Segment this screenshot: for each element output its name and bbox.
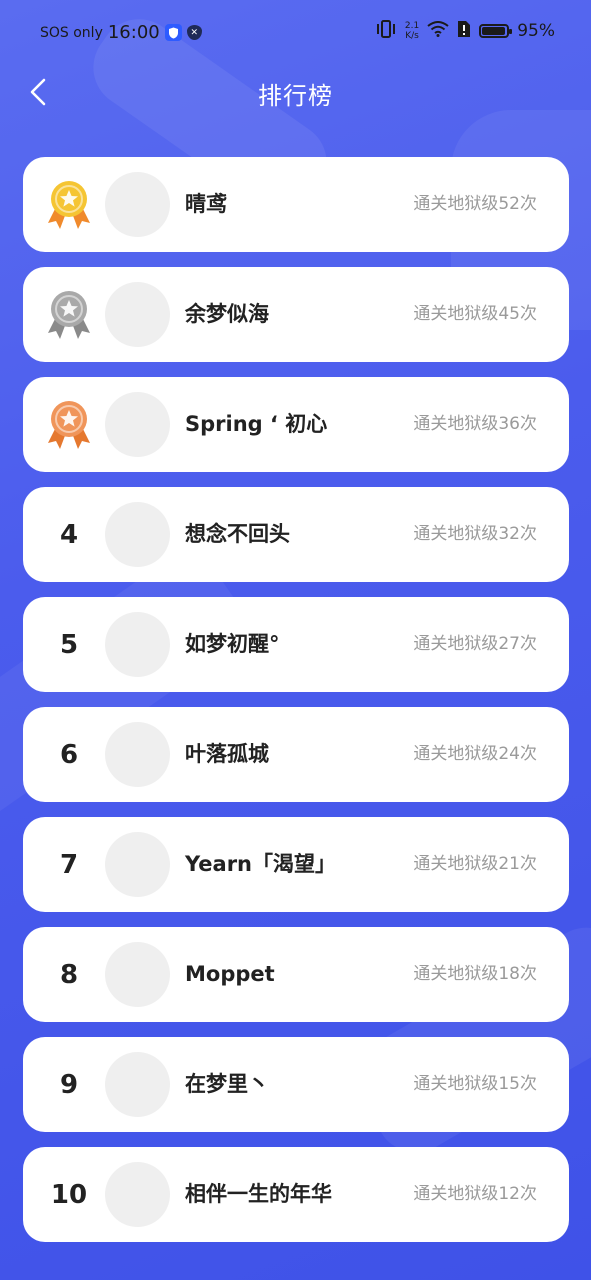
player-score: 通关地狱级18次 (413, 964, 537, 984)
leaderboard-row[interactable]: Spring ‘ 初心 通关地狱级36次 (23, 377, 569, 472)
rank-number: 7 (59, 850, 79, 880)
leaderboard-row[interactable]: 5 如梦初醒° 通关地狱级27次 (23, 597, 569, 692)
rank-number-slot: 7 (45, 835, 93, 895)
avatar[interactable] (105, 832, 170, 897)
navigation-bar: 排行榜 (0, 66, 591, 122)
security-shield-icon: ✕ (186, 25, 202, 40)
player-name: 如梦初醒° (185, 632, 280, 656)
leaderboard-row[interactable]: 晴鸢 通关地狱级52次 (23, 157, 569, 252)
rank-number: 10 (50, 1180, 88, 1210)
leaderboard-row[interactable]: 余梦似海 通关地狱级45次 (23, 267, 569, 362)
silver-medal-icon (45, 285, 93, 345)
avatar[interactable] (105, 502, 170, 567)
sim-alert-icon (457, 20, 471, 42)
player-name: 余梦似海 (185, 302, 269, 326)
battery-fill (482, 27, 505, 35)
gold-medal-icon (45, 175, 93, 235)
player-score: 通关地狱级27次 (413, 634, 537, 654)
player-name: Moppet (185, 962, 275, 986)
player-score: 通关地狱级15次 (413, 1074, 537, 1094)
player-name: 想念不回头 (185, 522, 290, 546)
player-score: 通关地狱级52次 (413, 194, 537, 214)
vibrate-icon (375, 20, 397, 42)
rank-number: 9 (59, 1070, 79, 1100)
avatar[interactable] (105, 1052, 170, 1117)
player-name: 在梦里丶 (185, 1072, 269, 1096)
rank-number-slot: 6 (45, 725, 93, 785)
rank-number-slot: 9 (45, 1055, 93, 1115)
shield-icon (164, 24, 182, 41)
leaderboard-row[interactable]: 4 想念不回头 通关地狱级32次 (23, 487, 569, 582)
rank-number-slot: 4 (45, 505, 93, 565)
player-score: 通关地狱级21次 (413, 854, 537, 874)
avatar[interactable] (105, 722, 170, 787)
leaderboard-row[interactable]: 7 Yearn「渴望」 通关地狱级21次 (23, 817, 569, 912)
battery-icon (479, 24, 513, 38)
player-score: 通关地狱级36次 (413, 414, 537, 434)
leaderboard-list: 晴鸢 通关地狱级52次余梦似海 通关地狱级45次 Spring ‘ 初心 通关地狱级36… (23, 157, 569, 1257)
player-name: 相伴一生的年华 (185, 1182, 332, 1206)
player-name: 晴鸢 (185, 192, 227, 216)
rank-number: 5 (59, 630, 79, 660)
network-speed: 2.1 K/s (405, 21, 419, 41)
page-title: 排行榜 (258, 82, 333, 110)
leaderboard-row[interactable]: 8 Moppet 通关地狱级18次 (23, 927, 569, 1022)
player-score: 通关地狱级32次 (413, 524, 537, 544)
carrier-label: SOS only (40, 24, 103, 41)
player-score: 通关地狱级24次 (413, 744, 537, 764)
speed-unit: K/s (405, 31, 419, 41)
battery-percent: 95% (517, 21, 555, 41)
clock: 16:00 (107, 22, 160, 43)
rank-number-slot: 10 (45, 1165, 93, 1225)
rank-number-slot: 8 (45, 945, 93, 1005)
player-name: Yearn「渴望」 (185, 852, 336, 876)
avatar[interactable] (105, 282, 170, 347)
avatar[interactable] (105, 942, 170, 1007)
leaderboard-row[interactable]: 10 相伴一生的年华 通关地狱级12次 (23, 1147, 569, 1242)
avatar[interactable] (105, 172, 170, 237)
player-name: 叶落孤城 (185, 742, 269, 766)
rank-number: 4 (59, 520, 79, 550)
avatar[interactable] (105, 1162, 170, 1227)
wifi-icon (427, 21, 449, 41)
avatar[interactable] (105, 612, 170, 677)
rank-number: 8 (59, 960, 79, 990)
status-bar: SOS only 16:00 ✕ 2.1 K/s 95% (0, 0, 591, 66)
rank-number-slot: 5 (45, 615, 93, 675)
avatar[interactable] (105, 392, 170, 457)
rank-number: 6 (59, 740, 79, 770)
player-score: 通关地狱级12次 (413, 1184, 537, 1204)
player-name: Spring ‘ 初心 (185, 412, 328, 436)
player-score: 通关地狱级45次 (413, 304, 537, 324)
leaderboard-row[interactable]: 6 叶落孤城 通关地狱级24次 (23, 707, 569, 802)
leaderboard-row[interactable]: 9 在梦里丶 通关地狱级15次 (23, 1037, 569, 1132)
speed-value: 2.1 (404, 21, 420, 31)
bronze-medal-icon (45, 395, 93, 455)
